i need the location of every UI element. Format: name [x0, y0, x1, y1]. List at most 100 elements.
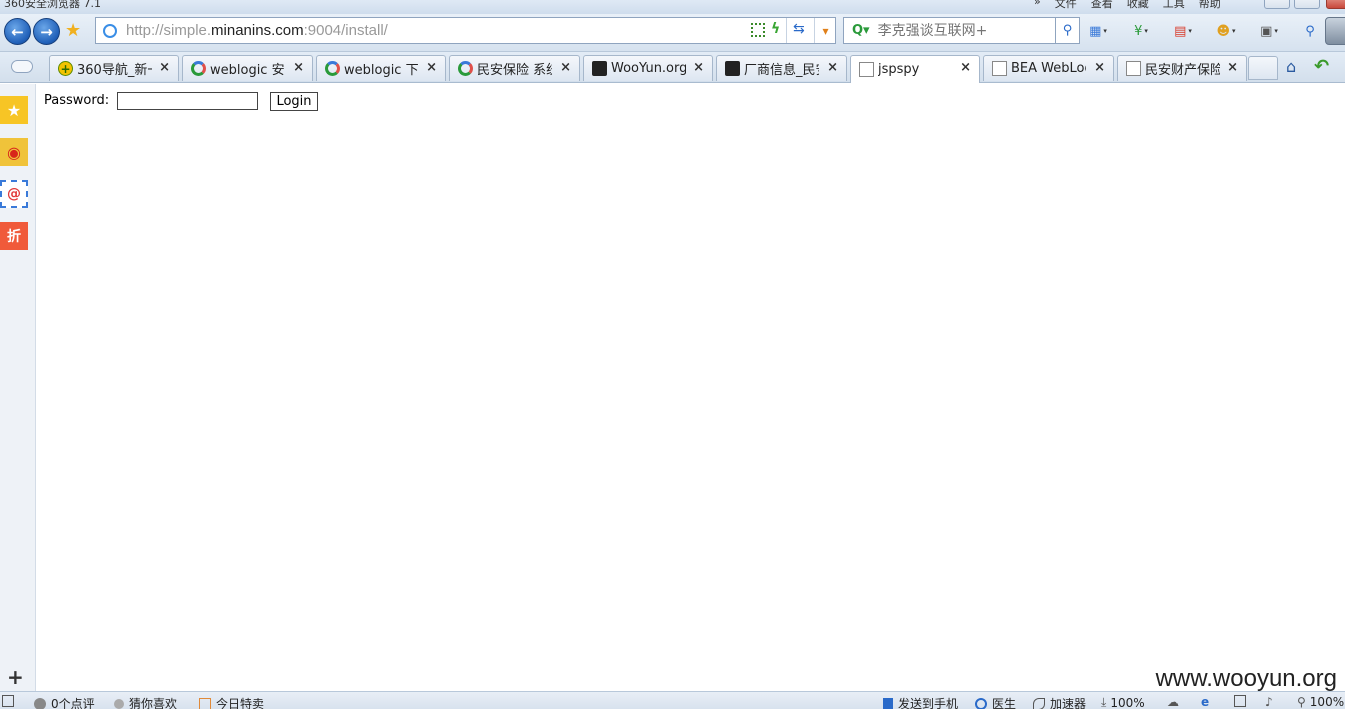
phone-icon — [883, 697, 893, 709]
comment-icon — [34, 697, 46, 709]
page-icon — [992, 61, 1007, 76]
new-tab-button[interactable] — [1248, 56, 1278, 80]
rocket-icon — [1033, 697, 1045, 709]
zoom-tool-icon[interactable]: ⚲ — [1300, 22, 1320, 40]
menu-view[interactable]: 查看 — [1091, 0, 1113, 11]
speed-mode-icon[interactable]: ϟ — [771, 21, 780, 37]
close-icon[interactable]: × — [827, 60, 838, 75]
search-q-icon — [325, 61, 340, 76]
comments-item[interactable]: 0个点评 — [34, 695, 95, 709]
guess-label: 猜你喜欢 — [129, 697, 178, 709]
status-bar: 0个点评 猜你喜欢 今日特卖 发送到手机 医生 加速器 ⤓ 100% ☁ e ♪ … — [0, 691, 1345, 709]
tab-weblogic-security[interactable]: weblogic 安全 × — [182, 55, 313, 81]
home-icon[interactable]: ⌂ — [1286, 57, 1296, 76]
doctor-label: 医生 — [992, 697, 1017, 709]
tab-bar: + 360导航_新一 × weblogic 安全 × weblogic 下载 ×… — [0, 52, 1345, 83]
screenshot-icon[interactable]: ▣ ▾ — [1259, 22, 1279, 40]
close-icon[interactable]: × — [1227, 60, 1238, 75]
title-bar: 360安全浏览器 7.1 » 文件 查看 收藏 工具 帮助 — [0, 0, 1345, 14]
back-button[interactable]: ← — [4, 18, 31, 45]
zoom-item[interactable]: ⚲ 100% — [1297, 695, 1344, 709]
search-box[interactable]: Q▾ ⚲ — [843, 17, 1080, 44]
menu-file[interactable]: 文件 — [1055, 0, 1077, 11]
close-icon[interactable]: × — [293, 60, 304, 75]
forward-button[interactable]: → — [33, 18, 60, 45]
url-text[interactable]: http://simple.minanins.com:9004/install/ — [126, 22, 388, 39]
search-go-icon[interactable]: ⚲ — [1055, 18, 1079, 43]
close-icon[interactable]: × — [960, 60, 971, 75]
close-icon[interactable]: × — [426, 60, 437, 75]
login-button[interactable]: Login — [270, 92, 318, 111]
tab-weblogic-download[interactable]: weblogic 下载 × — [316, 55, 446, 81]
gift-icon — [199, 697, 211, 709]
app-title: 360安全浏览器 7.1 — [4, 0, 101, 10]
address-separator — [786, 18, 787, 43]
wooyun-icon — [725, 61, 740, 76]
download-label: 100% — [1110, 695, 1145, 709]
qr-code-icon[interactable] — [751, 23, 765, 37]
tab-minan-property[interactable]: 民安财产保险 × — [1117, 55, 1247, 81]
menu-favorites[interactable]: 收藏 — [1127, 0, 1149, 11]
undo-close-icon[interactable]: ↶ — [1314, 56, 1329, 77]
arrow-left-icon: ← — [11, 22, 24, 41]
favorite-star-icon[interactable]: ★ — [65, 20, 81, 41]
cloud-icon[interactable] — [11, 60, 33, 73]
address-bar[interactable]: http://simple.minanins.com:9004/install/… — [95, 17, 836, 44]
doctor-item[interactable]: 医生 — [975, 695, 1016, 709]
mail-icon[interactable]: @ — [0, 180, 28, 208]
tab-minan-system[interactable]: 民安保险 系统 × — [449, 55, 580, 81]
sidebar-toggle-icon[interactable] — [2, 695, 19, 707]
game-icon[interactable]: ☻ ▾ — [1216, 22, 1236, 40]
accelerator-item[interactable]: 加速器 — [1033, 695, 1086, 709]
send-phone-label: 发送到手机 — [898, 697, 959, 709]
url-domain: minanins.com — [211, 22, 304, 39]
maximize-button[interactable] — [1294, 0, 1320, 9]
favorites-star-icon[interactable]: ★ — [0, 96, 28, 124]
search-input[interactable] — [877, 22, 1048, 39]
site-icon — [103, 23, 117, 38]
address-dropdown-icon[interactable]: ▾ — [814, 18, 836, 43]
send-to-phone-item[interactable]: 发送到手机 — [883, 695, 958, 709]
close-icon[interactable]: × — [560, 60, 571, 75]
page-content: Password: Login www.wooyun.org — [37, 84, 1345, 692]
discount-icon[interactable]: 折 — [0, 222, 28, 250]
tab-wooyun[interactable]: WooYun.org × — [583, 55, 713, 81]
search-q-icon — [191, 61, 206, 76]
tab-vendor-info[interactable]: 厂商信息_民安 × — [716, 55, 847, 81]
cloud-sync-icon[interactable]: ☁ — [1167, 695, 1179, 709]
tab-jspspy[interactable]: jspspy × — [850, 55, 980, 83]
doctor-icon — [975, 697, 987, 709]
close-window-button[interactable] — [1326, 0, 1345, 9]
pdf-icon[interactable]: ▤ ▾ — [1173, 22, 1193, 40]
download-item[interactable]: ⤓ 100% — [1101, 695, 1145, 709]
volume-icon[interactable]: ♪ — [1265, 695, 1273, 709]
add-sidebar-icon[interactable]: + — [7, 665, 24, 689]
weibo-icon[interactable]: ◉ — [0, 138, 28, 166]
user-avatar[interactable] — [1325, 17, 1345, 45]
menu-more[interactable]: » — [1034, 0, 1041, 11]
navigation-bar: ← → ★ http://simple.minanins.com:9004/in… — [0, 14, 1345, 52]
password-label: Password: — [44, 93, 110, 108]
password-input[interactable] — [117, 92, 258, 110]
close-icon[interactable]: × — [159, 60, 170, 75]
close-icon[interactable]: × — [1094, 60, 1105, 75]
minimize-button[interactable] — [1264, 0, 1290, 9]
tab-bea-weblogic[interactable]: BEA WebLogic × — [983, 55, 1114, 81]
today-sale-item[interactable]: 今日特卖 — [199, 695, 264, 709]
menu-help[interactable]: 帮助 — [1199, 0, 1221, 11]
arrow-right-icon: → — [40, 22, 53, 41]
page-icon — [1126, 61, 1141, 76]
zoom-label: 100% — [1309, 695, 1345, 709]
comments-label: 0个点评 — [51, 697, 95, 709]
menu-tools[interactable]: 工具 — [1163, 0, 1185, 11]
refresh-icon[interactable]: ⇆ — [793, 21, 805, 37]
search-engine-icon[interactable]: Q▾ — [852, 23, 870, 38]
money-icon[interactable]: ¥ ▾ — [1131, 22, 1151, 40]
close-icon[interactable]: × — [693, 60, 704, 75]
tab-360-nav[interactable]: + 360导航_新一 × — [49, 55, 179, 81]
download-icon: ⤓ — [1101, 695, 1107, 709]
window-icon[interactable] — [1234, 695, 1251, 707]
guess-like-item[interactable]: 猜你喜欢 — [114, 695, 177, 709]
ie-mode-icon[interactable]: e — [1201, 695, 1209, 709]
apps-icon[interactable]: ▦ ▾ — [1088, 22, 1108, 40]
